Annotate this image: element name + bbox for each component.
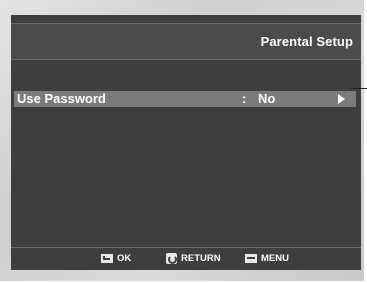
menu-button[interactable]: MENU: [245, 251, 289, 265]
return-label: RETURN: [181, 253, 221, 264]
menu-item-label: Use Password: [17, 91, 106, 107]
callout-pointer-line: [351, 88, 367, 89]
menu-icon: [245, 254, 257, 263]
menu-item-value: No: [258, 91, 275, 107]
menu-item-separator: :: [242, 91, 246, 107]
osd-screen: Parental Setup Use Password : No OK RETU…: [11, 15, 361, 270]
return-button[interactable]: RETURN: [166, 251, 221, 265]
right-triangle-icon[interactable]: [338, 94, 345, 104]
footer-bar: OK RETURN MENU: [11, 247, 361, 270]
page-title: Parental Setup: [261, 34, 353, 49]
enter-icon: [101, 254, 113, 263]
return-icon: [166, 253, 177, 264]
menu-item-use-password[interactable]: Use Password : No: [14, 91, 356, 107]
title-bar: Parental Setup: [11, 23, 361, 60]
ok-button[interactable]: OK: [101, 251, 131, 265]
menu-label: MENU: [261, 253, 289, 264]
ok-label: OK: [117, 253, 131, 264]
